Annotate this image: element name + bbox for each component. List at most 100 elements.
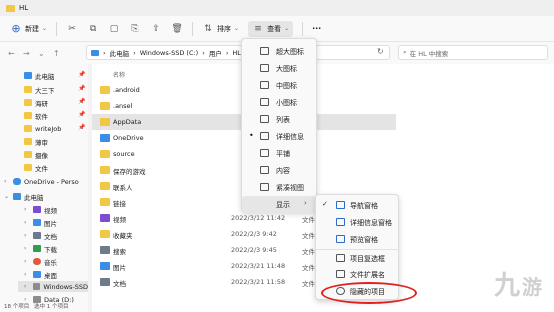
file-date: 2022/3/21 11:58 — [231, 278, 286, 286]
toolbar-divider — [302, 21, 304, 36]
menu-item-small-icons[interactable]: 小图标 — [242, 94, 316, 111]
submenu-item-preview-pane[interactable]: 预览窗格 — [316, 231, 398, 248]
view-button[interactable]: ≡ 查看 ⌄ — [248, 20, 294, 37]
breadcrumb-sep: › — [103, 48, 106, 57]
chevron-down-icon: ⌄ — [4, 193, 10, 200]
sidebar-item[interactable]: › 文档 — [24, 230, 57, 241]
menu-item-details[interactable]: • 详细信息 — [242, 128, 316, 145]
address-bar[interactable]: › 此电脑 › Windows-SSD (C:) › 用户 › HL — [86, 45, 390, 60]
recent-locations-icon[interactable]: ⌄ — [38, 49, 50, 58]
menu-item-compact-view[interactable]: 紧凑视图 — [242, 179, 316, 196]
up-icon[interactable]: ↑ — [53, 49, 65, 58]
submenu-item-file-extensions[interactable]: 文件扩展名 — [316, 266, 398, 283]
chevron-right-icon: › — [24, 206, 27, 213]
sidebar-item[interactable]: › 下载 — [24, 243, 57, 254]
sidebar-item[interactable]: 此电脑 — [24, 70, 55, 81]
check-icon: ✓ — [322, 200, 328, 208]
file-name: 视频 — [113, 216, 126, 224]
file-date: 2022/2/3 9:42 — [231, 230, 277, 238]
chevron-down-icon: ⌄ — [284, 25, 290, 32]
folder-icon — [24, 138, 32, 145]
new-button[interactable]: ⊕ 新建 ⌄ — [10, 21, 47, 37]
details-pane-icon — [336, 218, 345, 226]
chevron-right-icon: › — [24, 232, 27, 239]
folder-icon — [100, 182, 110, 190]
file-name: 文档 — [113, 280, 126, 288]
compact-icon — [260, 183, 269, 191]
sidebar-item[interactable]: 摄像 — [24, 149, 48, 160]
preview-pane-icon — [336, 235, 345, 243]
sidebar-item[interactable]: 大三下 — [24, 84, 55, 95]
sidebar-item[interactable]: › 音乐 — [24, 256, 57, 267]
grid-icon — [260, 81, 269, 89]
file-date: 2022/3/12 11:42 — [231, 214, 286, 222]
folder-icon — [100, 150, 110, 158]
list-icon — [260, 115, 269, 123]
more-options-button[interactable]: ··· — [312, 24, 321, 33]
back-icon[interactable]: ← — [8, 49, 20, 58]
download-icon — [33, 245, 41, 252]
svg-text:游: 游 — [522, 275, 542, 299]
delete-icon[interactable]: 🗑 — [171, 23, 183, 35]
forward-icon[interactable]: → — [23, 49, 35, 58]
menu-item-extra-large-icons[interactable]: 超大图标 — [242, 43, 316, 60]
sidebar-item[interactable]: 文件 — [24, 162, 48, 173]
breadcrumb-item[interactable]: 用户 — [209, 48, 222, 58]
file-name: .ansel — [113, 102, 133, 110]
sidebar-item-windows-ssd[interactable]: › Windows-SSD — [18, 281, 88, 292]
window-title: HL — [19, 4, 29, 12]
menu-item-content[interactable]: 内容 — [242, 162, 316, 179]
breadcrumb-item[interactable]: 此电脑 — [110, 48, 130, 58]
menu-item-show[interactable]: 显示 › — [242, 196, 316, 213]
menu-item-tiles[interactable]: 平铺 — [242, 145, 316, 162]
search-placeholder: 在 HL 中搜索 — [409, 49, 449, 58]
sidebar-item[interactable]: 薄审 — [24, 136, 48, 147]
menu-item-list[interactable]: 列表 — [242, 111, 316, 128]
sort-icon: ⇅ — [204, 23, 212, 34]
item-count: 18 个项目 — [4, 304, 30, 310]
search-input[interactable]: ⌕ 在 HL 中搜索 — [398, 45, 548, 60]
toolbar-divider — [56, 21, 58, 36]
submenu-item-item-checkboxes[interactable]: 项目复选框 — [316, 249, 398, 266]
copy-icon[interactable]: ⧉ — [87, 23, 99, 35]
picture-icon — [33, 219, 41, 226]
menu-item-medium-icons[interactable]: 中图标 — [242, 77, 316, 94]
sidebar-item[interactable]: 海研 — [24, 97, 48, 108]
pin-icon: 📌 — [78, 71, 86, 78]
chevron-right-icon: › — [24, 283, 27, 290]
selected-dot-icon: • — [249, 131, 254, 140]
submenu-item-navigation-pane[interactable]: ✓ 导航窗格 — [316, 197, 398, 214]
cut-icon[interactable]: ✂ — [66, 23, 78, 35]
status-bar: 18 个项目 选中 1 个项目 — [0, 302, 90, 312]
file-date: 2022/3/21 11:48 — [231, 262, 286, 270]
sort-button[interactable]: ⇅ 排序 ⌄ — [202, 21, 239, 37]
monitor-icon — [260, 64, 269, 72]
sidebar-item[interactable]: › 图片 — [24, 217, 57, 228]
rename-icon[interactable]: ⎘ — [129, 23, 141, 35]
paste-icon[interactable]: ▢ — [108, 23, 120, 35]
breadcrumb-item[interactable]: Windows-SSD (C:) — [140, 49, 198, 57]
sidebar-item[interactable]: 软件 — [24, 110, 48, 121]
share-icon[interactable]: ⇪ — [150, 23, 162, 35]
svg-text:九: 九 — [493, 271, 520, 301]
selected-count: 选中 1 个项目 — [34, 304, 69, 310]
sidebar-item[interactable]: › 视频 — [24, 204, 57, 215]
folder-icon — [100, 198, 110, 206]
column-header-name[interactable]: 名称 — [113, 70, 125, 79]
sidebar-item[interactable]: writeJob — [24, 123, 61, 134]
breadcrumb-item[interactable]: HL — [232, 49, 241, 57]
file-name: 联系人 — [113, 184, 133, 192]
sidebar-item[interactable]: › 桌面 — [24, 269, 57, 280]
folder-icon — [100, 278, 110, 286]
sidebar-item-onedrive[interactable]: › OneDrive - Perso — [4, 176, 79, 187]
monitor-icon — [260, 47, 269, 55]
folder-icon — [24, 151, 32, 158]
refresh-icon[interactable]: ↻ — [377, 47, 384, 56]
menu-item-large-icons[interactable]: 大图标 — [242, 60, 316, 77]
pc-icon — [24, 72, 32, 79]
details-icon — [260, 132, 269, 140]
pin-icon: 📌 — [78, 124, 86, 131]
cloud-icon — [13, 178, 21, 185]
sidebar-item-this-pc[interactable]: ⌄ 此电脑 — [4, 191, 44, 202]
submenu-item-details-pane[interactable]: 详细信息窗格 — [316, 214, 398, 231]
